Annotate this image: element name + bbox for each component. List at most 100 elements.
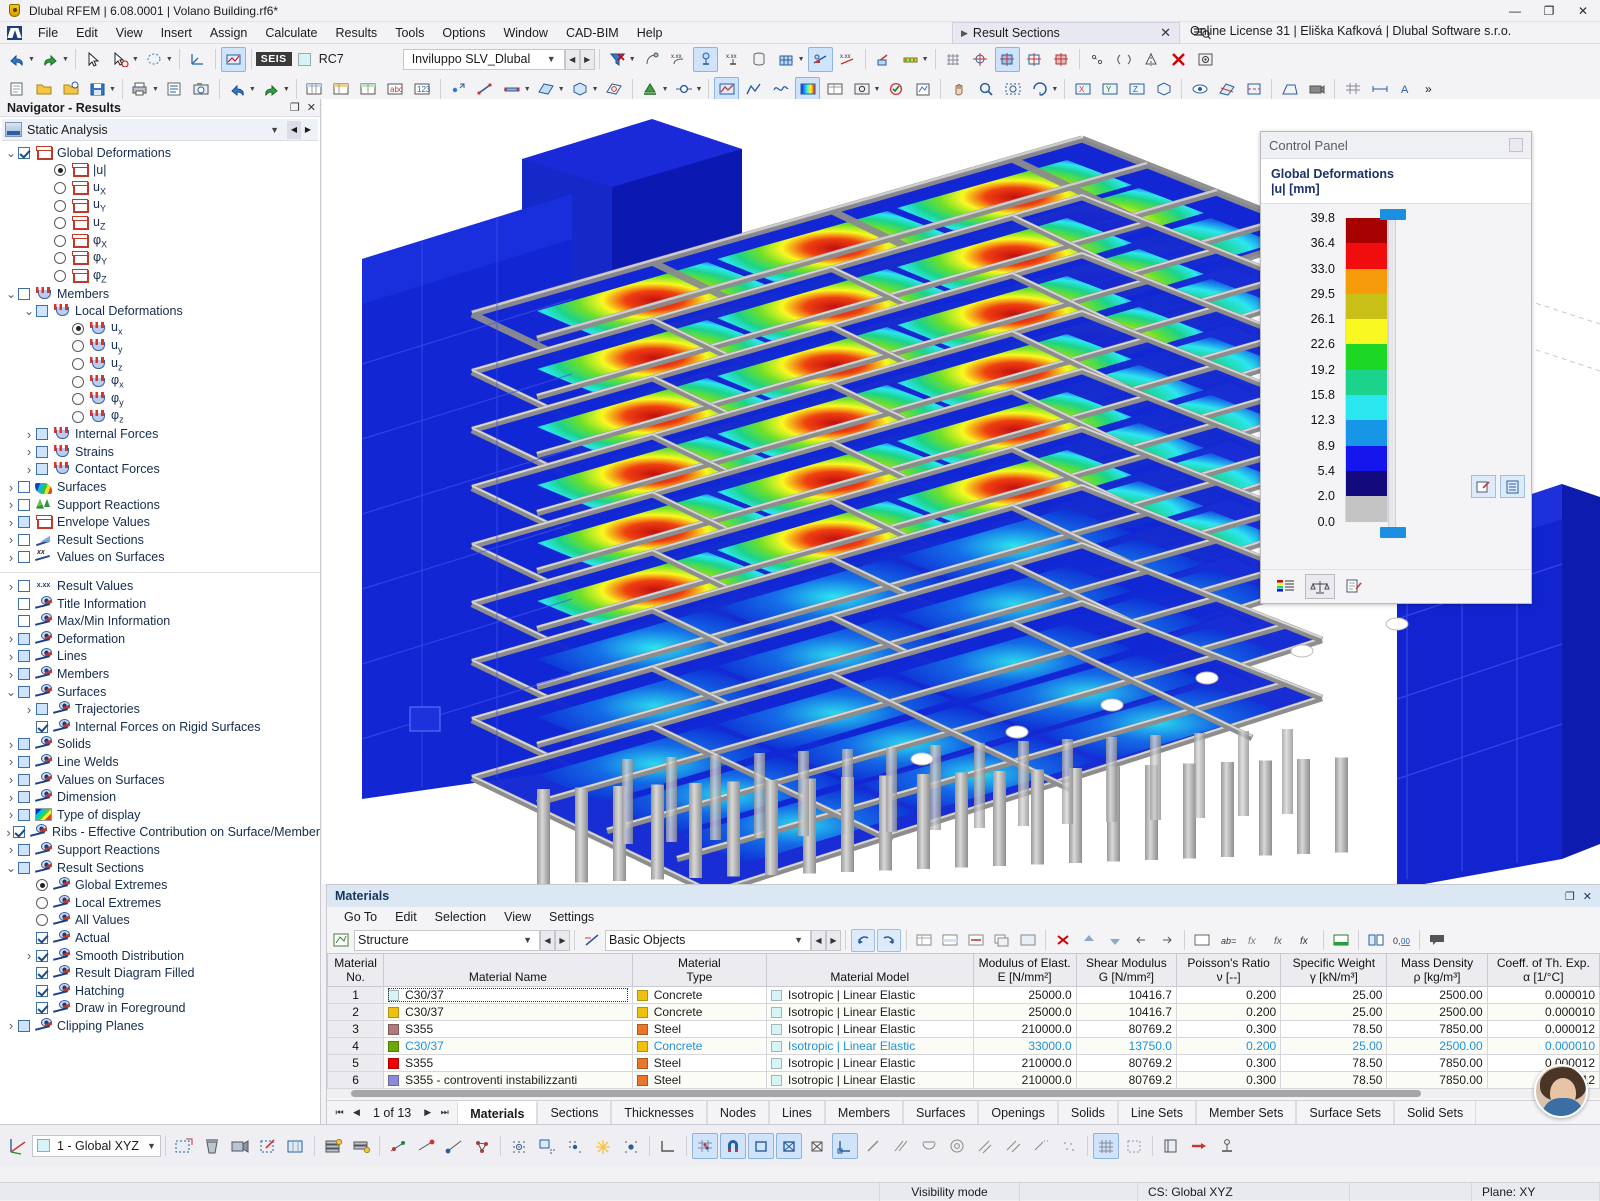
cell-specific-weight[interactable]: 78.50 xyxy=(1281,1055,1387,1072)
menu-window[interactable]: Window xyxy=(494,24,556,42)
radio-button[interactable] xyxy=(72,411,84,423)
rotate-view-icon[interactable] xyxy=(1027,77,1052,102)
select-dropdown-icon[interactable]: ▼ xyxy=(132,56,139,63)
tree-item[interactable]: φx xyxy=(0,373,320,391)
print-icon[interactable] xyxy=(128,77,153,102)
support-symbol-icon[interactable] xyxy=(1214,1133,1240,1159)
result-config-icon[interactable] xyxy=(849,77,874,102)
view-rotate-x-icon[interactable] xyxy=(385,1133,411,1159)
select-lasso-icon[interactable] xyxy=(142,47,167,72)
cell-thermal-expansion[interactable]: 0.000010 xyxy=(1487,987,1599,1004)
table-move-up-icon[interactable] xyxy=(1077,929,1101,952)
view-z-icon[interactable]: Z xyxy=(1124,77,1149,102)
cell-specific-weight[interactable]: 78.50 xyxy=(1281,1072,1387,1089)
restore-icon[interactable]: ❐ xyxy=(290,101,300,114)
menu-edit[interactable]: Edit xyxy=(67,24,107,42)
tree-item[interactable]: uX xyxy=(0,179,320,197)
tree-item[interactable]: uY xyxy=(0,197,320,215)
cell-specific-weight[interactable]: 25.00 xyxy=(1281,1004,1387,1021)
coordinate-system-icon[interactable] xyxy=(185,47,210,72)
results-table-icon[interactable] xyxy=(822,77,847,102)
show-numbering-icon[interactable]: 123 xyxy=(410,77,435,102)
radio-button[interactable] xyxy=(36,879,48,891)
cell-specific-weight[interactable]: 25.00 xyxy=(1281,1038,1387,1055)
checkbox[interactable] xyxy=(18,499,30,511)
radio-button[interactable] xyxy=(54,164,66,176)
result-config-dropdown-icon[interactable]: ▼ xyxy=(873,86,880,93)
snap-point-icon[interactable] xyxy=(562,1133,588,1159)
checkbox[interactable] xyxy=(18,686,30,698)
snap-intersection-icon[interactable] xyxy=(618,1133,644,1159)
hinge-dropdown-icon[interactable]: ▼ xyxy=(696,86,703,93)
chevron-right-icon[interactable]: › xyxy=(4,737,18,752)
new-member-icon[interactable] xyxy=(500,77,525,102)
close-button[interactable]: ✕ xyxy=(1566,0,1600,22)
new-model-icon[interactable] xyxy=(4,77,29,102)
result-diagram-icon[interactable] xyxy=(741,77,766,102)
materials-menu-view[interactable]: View xyxy=(495,909,540,925)
materials-menu-selection[interactable]: Selection xyxy=(426,909,495,925)
table-row[interactable]: 4C30/37ConcreteIsotropic | Linear Elasti… xyxy=(328,1038,1600,1055)
cell-mass-density[interactable]: 2500.00 xyxy=(1387,987,1487,1004)
cell-shear-modulus[interactable]: 10416.7 xyxy=(1076,987,1176,1004)
cell-shear-modulus[interactable]: 13750.0 xyxy=(1076,1038,1176,1055)
design-module-icon[interactable] xyxy=(883,77,908,102)
snap-quadrant-icon[interactable] xyxy=(944,1133,970,1159)
camera-icon[interactable] xyxy=(1304,77,1329,102)
materials-horizontal-scrollbar[interactable] xyxy=(327,1089,1600,1098)
cell-material-model[interactable]: Isotropic | Linear Elastic xyxy=(767,1021,973,1038)
chevron-down-icon[interactable]: ▼ xyxy=(543,54,560,64)
tab-color-scale[interactable] xyxy=(1271,574,1301,599)
settings-gear-icon[interactable] xyxy=(1193,47,1218,72)
nav-prev-button[interactable]: ◀ xyxy=(287,121,301,139)
chevron-right-icon[interactable]: › xyxy=(4,667,18,682)
result-beam-icon[interactable] xyxy=(898,47,923,72)
cell-mass-density[interactable]: 2500.00 xyxy=(1387,1038,1487,1055)
checkbox[interactable] xyxy=(18,551,30,563)
radio-button[interactable] xyxy=(72,323,84,335)
column-header[interactable]: Poisson's Ratioν [--] xyxy=(1176,954,1280,987)
redo2-icon[interactable] xyxy=(259,77,284,102)
cell-poissons-ratio[interactable]: 0.300 xyxy=(1176,1055,1280,1072)
tree-item[interactable]: ⌄Result Sections xyxy=(0,859,320,877)
checkbox[interactable] xyxy=(18,534,30,546)
checkbox[interactable] xyxy=(18,774,30,786)
grid-tab-openings[interactable]: Openings xyxy=(978,1101,1058,1124)
chevron-right-icon[interactable]: › xyxy=(4,550,18,565)
chevron-down-icon[interactable]: ▼ xyxy=(262,125,287,135)
radio-button[interactable] xyxy=(36,897,48,909)
radio-button[interactable] xyxy=(54,270,66,282)
cell-specific-weight[interactable]: 25.00 xyxy=(1281,987,1387,1004)
chevron-right-icon[interactable]: › xyxy=(4,480,18,495)
save-model-icon[interactable] xyxy=(85,77,110,102)
table-delete-row-icon[interactable] xyxy=(964,929,988,952)
tree-item[interactable]: ›xxValues on Surfaces xyxy=(0,549,320,567)
cell-shear-modulus[interactable]: 10416.7 xyxy=(1076,1004,1176,1021)
chevron-right-icon[interactable]: › xyxy=(22,427,36,442)
tree-item[interactable]: ›Values on Surfaces xyxy=(0,771,320,789)
checkbox[interactable] xyxy=(18,862,30,874)
perspective-icon[interactable] xyxy=(1277,77,1302,102)
undo2-dropdown-icon[interactable]: ▼ xyxy=(249,86,256,93)
snap-corner-icon[interactable] xyxy=(832,1133,858,1159)
new-solid-icon[interactable] xyxy=(568,77,593,102)
ortho-icon[interactable] xyxy=(655,1133,681,1159)
table-layout-icon[interactable] xyxy=(1190,929,1214,952)
cell-thermal-expansion[interactable]: 0.000010 xyxy=(1487,1038,1599,1055)
tree-item[interactable]: ⌄Members xyxy=(0,285,320,303)
beam-dropdown-icon[interactable]: ▼ xyxy=(922,56,929,63)
structure-filter-next[interactable]: ▶ xyxy=(555,930,570,951)
export-excel-icon[interactable] xyxy=(1329,929,1353,952)
optimize-icon[interactable] xyxy=(910,77,935,102)
cell-mass-density[interactable]: 7850.00 xyxy=(1387,1021,1487,1038)
tree-item[interactable]: ›x.xxResult Values xyxy=(0,577,320,595)
cell-modulus-elasticity[interactable]: 25000.0 xyxy=(973,987,1076,1004)
close-icon[interactable]: ✕ xyxy=(1583,890,1592,903)
chevron-right-icon[interactable]: › xyxy=(4,754,18,769)
checkbox[interactable] xyxy=(13,826,25,838)
materials-menu-edit[interactable]: Edit xyxy=(386,909,426,925)
clipping-plane-icon[interactable] xyxy=(1214,77,1239,102)
menu-view[interactable]: View xyxy=(107,24,152,42)
cell-material-name[interactable]: C30/37 xyxy=(384,1038,633,1055)
render-mode-icon[interactable] xyxy=(1158,1133,1184,1159)
